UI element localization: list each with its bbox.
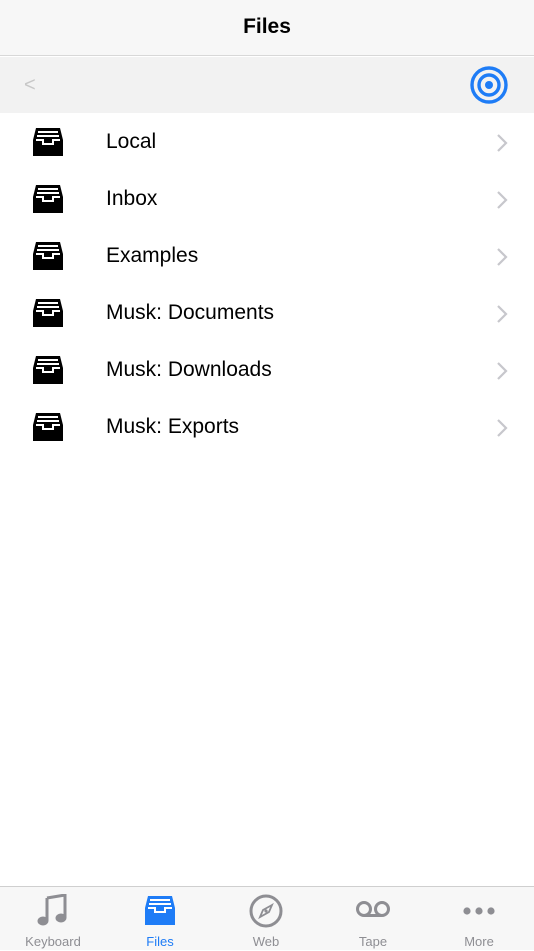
- tab-label: More: [464, 934, 494, 949]
- list-item-label: Musk: Documents: [106, 301, 275, 324]
- folder-list: Local Inbox Examples Musk: Documents Mus…: [0, 114, 534, 456]
- list-item-label: Examples: [106, 244, 199, 267]
- voicemail-icon: [356, 901, 390, 917]
- compass-icon: [249, 894, 283, 928]
- tab-label: Keyboard: [25, 934, 81, 949]
- list-item[interactable]: Examples: [0, 228, 534, 285]
- list-item-label: Musk: Exports: [106, 415, 240, 438]
- drawer-icon: [33, 128, 63, 156]
- list-item[interactable]: Inbox: [0, 171, 534, 228]
- list-item[interactable]: Local: [0, 114, 534, 171]
- music-note-icon: [37, 894, 67, 926]
- drawer-icon: [33, 185, 63, 213]
- back-button[interactable]: <: [24, 71, 48, 99]
- target-icon: [470, 66, 508, 104]
- navigation-bar: Files: [0, 0, 534, 56]
- tab-more[interactable]: More: [426, 887, 532, 951]
- tab-label: Files: [146, 934, 174, 949]
- list-item-label: Inbox: [106, 187, 158, 210]
- list-item[interactable]: Musk: Downloads: [0, 342, 534, 399]
- tab-tape[interactable]: Tape: [320, 887, 426, 951]
- list-item-label: Musk: Downloads: [106, 358, 272, 381]
- page-title: Files: [243, 15, 291, 38]
- tab-label: Web: [252, 934, 280, 949]
- chevron-right-icon: [497, 191, 508, 209]
- drawer-icon: [33, 242, 63, 270]
- toolbar: <: [0, 57, 534, 113]
- chevron-right-icon: [497, 134, 508, 152]
- tab-bar: Keyboard Files Web Tape More: [0, 886, 534, 950]
- list-item[interactable]: Musk: Exports: [0, 399, 534, 456]
- tab-label: Tape: [358, 934, 388, 949]
- tab-web[interactable]: Web: [213, 887, 319, 951]
- more-dots-icon: [463, 907, 495, 915]
- chevron-right-icon: [497, 248, 508, 266]
- drawer-icon: [145, 896, 175, 925]
- chevron-right-icon: [497, 305, 508, 323]
- drawer-icon: [33, 356, 63, 384]
- chevron-left-icon: <: [24, 74, 36, 96]
- list-item-label: Local: [106, 130, 157, 153]
- tab-keyboard[interactable]: Keyboard: [0, 887, 106, 951]
- tab-files[interactable]: Files: [107, 887, 213, 951]
- chevron-right-icon: [497, 419, 508, 437]
- list-item[interactable]: Musk: Documents: [0, 285, 534, 342]
- drawer-icon: [33, 413, 63, 441]
- chevron-right-icon: [497, 362, 508, 380]
- drawer-icon: [33, 299, 63, 327]
- target-button[interactable]: [470, 66, 508, 104]
